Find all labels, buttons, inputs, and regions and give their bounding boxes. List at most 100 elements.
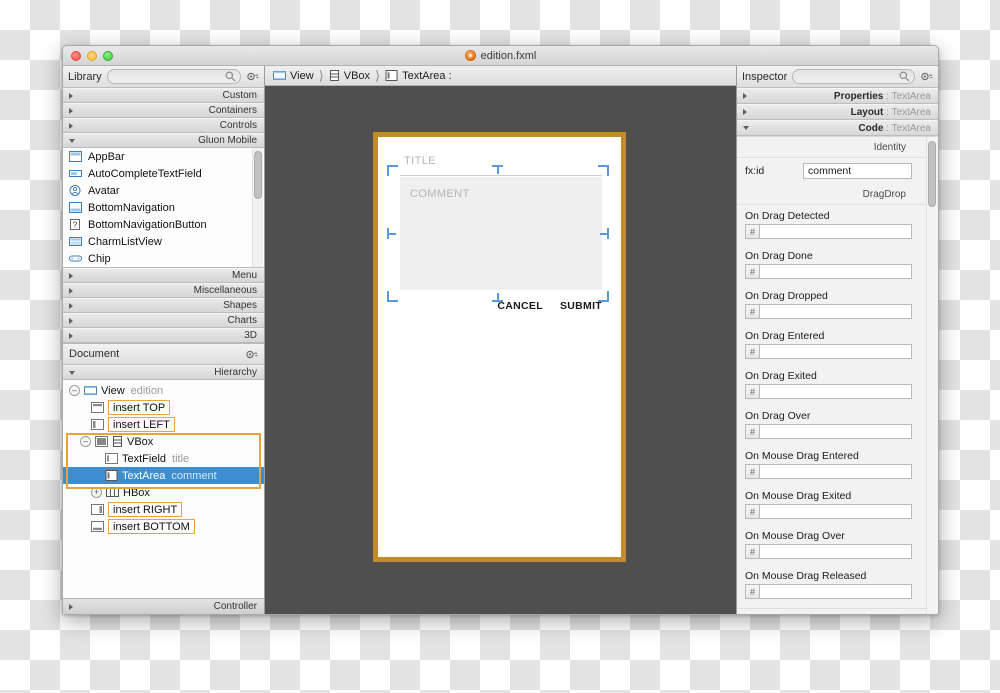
chevron-down-icon bbox=[743, 126, 749, 130]
chevron-right-icon bbox=[69, 122, 73, 129]
document-settings-gear-icon[interactable] bbox=[245, 349, 258, 360]
event-field-on-drag-detected: On Drag Detected # bbox=[737, 205, 926, 245]
library-section-menu[interactable]: Menu bbox=[63, 268, 264, 283]
event-prefix-hash: # bbox=[745, 264, 759, 279]
svg-text:?: ? bbox=[73, 220, 78, 229]
library-section-gluon-mobile[interactable]: Gluon Mobile bbox=[63, 133, 264, 148]
library-item-bottomnavigation[interactable]: BottomNavigation bbox=[63, 199, 264, 216]
disclosure-minus-icon[interactable]: – bbox=[69, 385, 80, 396]
library-section-label: Custom bbox=[222, 90, 257, 101]
region-left-icon bbox=[91, 419, 104, 430]
tree-row-insert-top[interactable]: insert TOP bbox=[63, 399, 264, 416]
minimize-button[interactable] bbox=[87, 50, 97, 61]
tree-row-insert-bottom[interactable]: insert BOTTOM bbox=[63, 518, 264, 535]
library-section-3d[interactable]: 3D bbox=[63, 328, 264, 343]
listview-icon bbox=[69, 237, 82, 246]
close-button[interactable] bbox=[71, 50, 81, 61]
event-input[interactable] bbox=[759, 344, 912, 359]
chevron-right-icon bbox=[69, 92, 73, 99]
inspector-section-code[interactable]: Code : TextArea bbox=[737, 120, 938, 136]
tree-row-insert-right[interactable]: insert RIGHT bbox=[63, 501, 264, 518]
canvas-stage[interactable]: TITLE COMMENT CANCEL SUBMIT bbox=[265, 86, 736, 614]
traffic-lights bbox=[71, 50, 113, 61]
library-item-autocompletetextfield[interactable]: AutoCompleteTextField bbox=[63, 165, 264, 182]
tree-row-vbox[interactable]: – VBox bbox=[63, 433, 264, 450]
library-settings-gear-icon[interactable] bbox=[246, 71, 259, 82]
chevron-right-icon bbox=[743, 109, 747, 115]
breadcrumb: View ⟩ VBox ⟩ TextArea: bbox=[265, 66, 736, 86]
disclosure-minus-icon[interactable]: – bbox=[80, 436, 91, 447]
library-header: Library bbox=[63, 66, 264, 88]
library-item-chip[interactable]: Chip bbox=[63, 250, 264, 267]
inspector-section-properties[interactable]: Properties : TextArea bbox=[737, 88, 938, 104]
inspector-section-name: Code bbox=[858, 122, 884, 134]
cancel-button[interactable]: CANCEL bbox=[497, 300, 543, 312]
event-prefix-hash: # bbox=[745, 424, 759, 439]
event-prefix-hash: # bbox=[745, 344, 759, 359]
event-field-on-drag-exited: On Drag Exited # bbox=[737, 365, 926, 405]
library-item-list[interactable]: AppBar AutoCompleteTextField Avatar Bott… bbox=[63, 148, 264, 268]
breadcrumb-item-view[interactable]: View bbox=[273, 70, 314, 82]
tree-row-textfield[interactable]: TextField title bbox=[63, 450, 264, 467]
library-item-avatar[interactable]: Avatar bbox=[63, 182, 264, 199]
library-section-charts[interactable]: Charts bbox=[63, 313, 264, 328]
event-input[interactable] bbox=[759, 464, 912, 479]
inspector-search-input[interactable] bbox=[792, 69, 915, 84]
library-section-custom[interactable]: Custom bbox=[63, 88, 264, 103]
tree-row-insert-left[interactable]: insert LEFT bbox=[63, 416, 264, 433]
event-field-on-mouse-drag-entered: On Mouse Drag Entered # bbox=[737, 445, 926, 485]
submit-button[interactable]: SUBMIT bbox=[560, 300, 602, 312]
document-section-hierarchy[interactable]: Hierarchy bbox=[63, 365, 264, 380]
breadcrumb-item-vbox[interactable]: VBox bbox=[329, 70, 370, 82]
library-section-containers[interactable]: Containers bbox=[63, 103, 264, 118]
resize-handle-bottom-left[interactable] bbox=[387, 291, 398, 302]
region-right-icon bbox=[91, 504, 104, 515]
event-input[interactable] bbox=[759, 424, 912, 439]
disclosure-plus-icon[interactable]: + bbox=[91, 487, 102, 498]
resize-handle-left[interactable] bbox=[387, 228, 398, 239]
inspector-scrollbar-track[interactable] bbox=[926, 137, 938, 614]
event-field-on-drag-done: On Drag Done # bbox=[737, 245, 926, 285]
tree-row-label: TextField bbox=[122, 452, 167, 465]
tree-row-textarea[interactable]: TextArea comment bbox=[63, 467, 264, 484]
chevron-right-icon bbox=[69, 272, 73, 279]
comment-textarea[interactable]: COMMENT bbox=[400, 177, 602, 290]
event-input[interactable] bbox=[759, 384, 912, 399]
device-screen[interactable]: TITLE COMMENT CANCEL SUBMIT bbox=[378, 137, 621, 557]
library-section-shapes[interactable]: Shapes bbox=[63, 298, 264, 313]
breadcrumb-item-textarea[interactable]: TextArea : bbox=[385, 70, 452, 82]
textarea-icon bbox=[105, 470, 118, 481]
library-item-appbar[interactable]: AppBar bbox=[63, 148, 264, 165]
document-section-controller[interactable]: Controller bbox=[63, 598, 264, 614]
event-input[interactable] bbox=[759, 304, 912, 319]
left-panel: Library Custom Containers Controls Gluon… bbox=[63, 66, 265, 614]
inspector-section-layout[interactable]: Layout : TextArea bbox=[737, 104, 938, 120]
library-search-input[interactable] bbox=[106, 69, 241, 84]
library-scrollbar-thumb[interactable] bbox=[254, 151, 262, 199]
event-input[interactable] bbox=[759, 544, 912, 559]
chevron-right-icon bbox=[743, 93, 747, 99]
breadcrumb-label: View bbox=[290, 69, 314, 82]
event-input[interactable] bbox=[759, 224, 912, 239]
tree-row-sublabel: comment bbox=[171, 469, 217, 482]
library-section-controls[interactable]: Controls bbox=[63, 118, 264, 133]
library-item-bottomnavigationbutton[interactable]: ? BottomNavigationButton bbox=[63, 216, 264, 233]
event-input[interactable] bbox=[759, 584, 912, 599]
tree-row-hbox[interactable]: + HBox bbox=[63, 484, 264, 501]
tree-row-view[interactable]: – View edition bbox=[63, 382, 264, 399]
fxid-input[interactable]: comment bbox=[803, 163, 912, 179]
library-item-charmlistview[interactable]: CharmListView bbox=[63, 233, 264, 250]
inspector-settings-gear-icon[interactable] bbox=[920, 71, 933, 82]
event-input[interactable] bbox=[759, 264, 912, 279]
view-icon bbox=[84, 386, 97, 395]
inspector-scrollbar-thumb[interactable] bbox=[928, 141, 936, 207]
appbar-icon bbox=[69, 151, 82, 162]
window-title-group: edition.fxml bbox=[63, 50, 938, 62]
event-input[interactable] bbox=[759, 504, 912, 519]
hierarchy-tree[interactable]: – View edition insert TOP insert LEFT – … bbox=[63, 380, 264, 598]
zoom-button[interactable] bbox=[103, 50, 113, 61]
title-field-underline bbox=[400, 175, 602, 176]
inspector-code-body[interactable]: Identity fx:id comment DragDrop On Drag … bbox=[737, 136, 938, 614]
resize-handle-top-left[interactable] bbox=[387, 165, 398, 176]
library-section-miscellaneous[interactable]: Miscellaneous bbox=[63, 283, 264, 298]
